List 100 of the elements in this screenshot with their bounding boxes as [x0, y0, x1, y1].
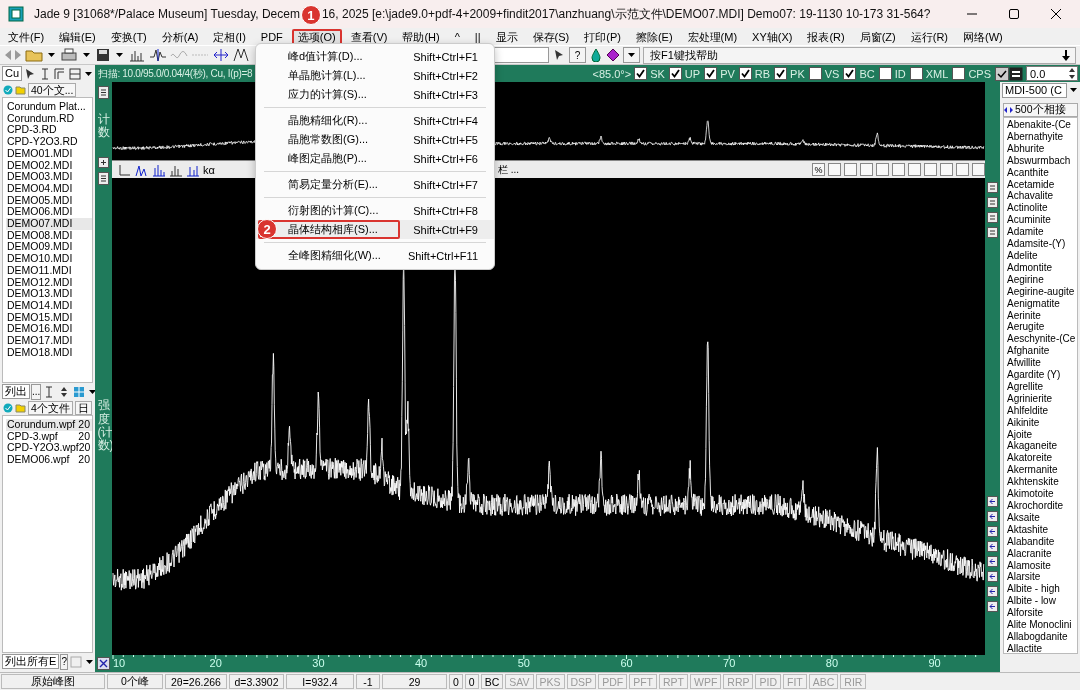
checkbox[interactable]	[774, 67, 788, 80]
close-icon[interactable]	[1050, 8, 1062, 20]
checkbox[interactable]	[704, 67, 718, 80]
tool-button[interactable]	[924, 163, 937, 176]
arrow-button-icon[interactable]	[987, 541, 998, 552]
phase-item[interactable]: Albite - low	[1007, 595, 1077, 608]
phase-item[interactable]: Akermanite	[1007, 464, 1077, 477]
tool-button[interactable]	[892, 163, 905, 176]
file-item[interactable]: DEMO04.MDI	[6, 182, 92, 195]
phase-item[interactable]: Aenigmatite	[1007, 297, 1077, 310]
split-peak-icon[interactable]	[212, 48, 230, 62]
file-item[interactable]: DEMO12.MDI	[6, 276, 92, 289]
menu-item[interactable]: 运行(R)	[904, 28, 955, 45]
check-circle-icon[interactable]	[3, 85, 13, 95]
phase-item[interactable]: Akaganeite	[1007, 440, 1077, 453]
folder-icon[interactable]	[15, 403, 26, 413]
bars-icon[interactable]	[152, 162, 166, 177]
tool-button[interactable]	[972, 163, 985, 176]
menu-item[interactable]: 宏处理(M)	[681, 28, 744, 45]
menu-item[interactable]: 定相(I)	[207, 28, 252, 45]
file-item[interactable]: DEMO05.MDI	[6, 194, 92, 207]
peaks-icon[interactable]	[149, 48, 167, 62]
phase-item[interactable]: Akhtenskite	[1007, 476, 1077, 489]
checkbox[interactable]	[634, 67, 648, 80]
diamond-icon[interactable]	[606, 48, 620, 62]
lines-icon[interactable]	[98, 172, 109, 186]
phase-item[interactable]: Afwillite	[1007, 357, 1077, 370]
file-item[interactable]: DEMO13.MDI	[6, 288, 92, 300]
phase-item[interactable]: Achavalite	[1007, 190, 1077, 203]
file-item[interactable]: DEMO18.MDI	[6, 346, 92, 359]
help-button[interactable]: ?	[60, 653, 68, 670]
phase-item[interactable]: Akatoreite	[1007, 452, 1077, 465]
tool-button[interactable]	[956, 163, 969, 176]
list-button-icon[interactable]	[1009, 66, 1023, 81]
percent-button[interactable]: %	[812, 163, 825, 176]
file-item[interactable]: CPD-Y2O3.RD	[6, 136, 92, 148]
plus-icon[interactable]	[98, 157, 109, 169]
phase-item[interactable]: Acanthite	[1007, 166, 1077, 179]
phase-item[interactable]: Aeschynite-(Ce	[1007, 333, 1077, 346]
checkbox[interactable]	[878, 67, 892, 80]
tool-button[interactable]	[860, 163, 873, 176]
menu-item[interactable]: 衍射图的计算(C)... Shift+Ctrl+F8	[256, 201, 494, 220]
printer-icon[interactable]	[60, 48, 78, 62]
phase-item[interactable]: Adamite	[1007, 226, 1077, 239]
arrow-button-icon[interactable]	[987, 556, 998, 567]
arrow-button-icon[interactable]	[987, 496, 998, 507]
menu-item[interactable]: ||	[468, 28, 487, 45]
phase-item[interactable]: Afghanite	[1007, 345, 1077, 358]
arrow-button-icon[interactable]	[987, 601, 998, 612]
file-name[interactable]: CPD-3.wpf	[7, 430, 58, 443]
phase-item[interactable]: Alite Monoclini	[1007, 619, 1077, 631]
phase-item[interactable]: Alabandite	[1007, 535, 1077, 548]
menu-item[interactable]: 文件(F)	[2, 28, 51, 45]
phase-item[interactable]: Ahlfeldite	[1007, 404, 1077, 417]
column-header[interactable]: 40个文...	[28, 83, 77, 97]
window-icon[interactable]	[68, 66, 83, 81]
checkbox[interactable]	[668, 67, 682, 80]
phase-item[interactable]: Aegirine-augite	[1007, 285, 1077, 298]
phase-item[interactable]: Allactite	[1007, 642, 1077, 653]
scissors-icon[interactable]	[97, 657, 110, 670]
menu-item[interactable]: 擦除(E)	[629, 28, 679, 45]
menu-item[interactable]: 打印(P)	[578, 28, 627, 45]
menu-item[interactable]: 晶胞精细化(R)... Shift+Ctrl+F4	[256, 111, 494, 130]
menu-item[interactable]: 简易定量分析(E)... Shift+Ctrl+F7	[256, 175, 494, 194]
arrow-button-icon[interactable]	[987, 586, 998, 597]
phase-item[interactable]: Ajoite	[1007, 428, 1077, 441]
phase-item[interactable]: Akrochordite	[1007, 500, 1077, 512]
menu-item[interactable]: 晶胞常数图(G)... Shift+Ctrl+F5	[256, 130, 494, 149]
phase-item[interactable]: Alacranite	[1007, 547, 1077, 560]
file-item[interactable]: DEMO10.MDI	[6, 253, 92, 265]
menu-item[interactable]: PDF	[254, 28, 289, 45]
file-item[interactable]: DEMO14.MDI	[6, 299, 92, 312]
arrow-button-icon[interactable]	[987, 526, 998, 537]
checkbox[interactable]	[843, 67, 857, 80]
menu-item[interactable]: 查看(V)	[344, 28, 394, 45]
check-circle-icon[interactable]	[3, 403, 13, 413]
file-item[interactable]: DEMO08.MDI	[6, 229, 92, 242]
arrow-button-icon[interactable]	[987, 571, 998, 582]
phase-item[interactable]: Alamosite	[1007, 559, 1077, 572]
phase-item[interactable]: Aksaite	[1007, 511, 1077, 524]
column-header[interactable]: 日	[74, 401, 92, 415]
file-item[interactable]: DEMO11.MDI	[6, 264, 92, 277]
check-button-icon[interactable]	[995, 66, 1009, 81]
phase-item[interactable]: Albite - high	[1007, 583, 1077, 596]
toolbar-label[interactable]: kα	[203, 163, 215, 176]
phase-item[interactable]: Agrinierite	[1007, 392, 1077, 405]
menu-item[interactable]: 局窗(Z)	[853, 28, 902, 45]
phase-item[interactable]: Alforsite	[1007, 607, 1077, 620]
phase-item[interactable]: Aktashite	[1007, 523, 1077, 536]
menu-item[interactable]: 帮助(H)	[396, 28, 446, 45]
phase-item[interactable]: Abswurmbach	[1007, 154, 1077, 167]
phase-item[interactable]: Aikinite	[1007, 416, 1077, 429]
phase-item[interactable]: Abernathyite	[1007, 130, 1077, 143]
menu-item[interactable]: 单晶胞计算(L)... Shift+Ctrl+F2	[256, 66, 494, 85]
maximize-icon[interactable]	[1008, 8, 1020, 20]
menu-item[interactable]: 保存(S)	[526, 28, 576, 45]
checkbox[interactable]	[909, 67, 923, 80]
file-name[interactable]: CPD-Y2O3.wpf	[7, 442, 79, 455]
phase-item[interactable]: Allabogdanite	[1007, 630, 1077, 643]
file-item[interactable]: DEMO01.MDI	[6, 147, 92, 160]
